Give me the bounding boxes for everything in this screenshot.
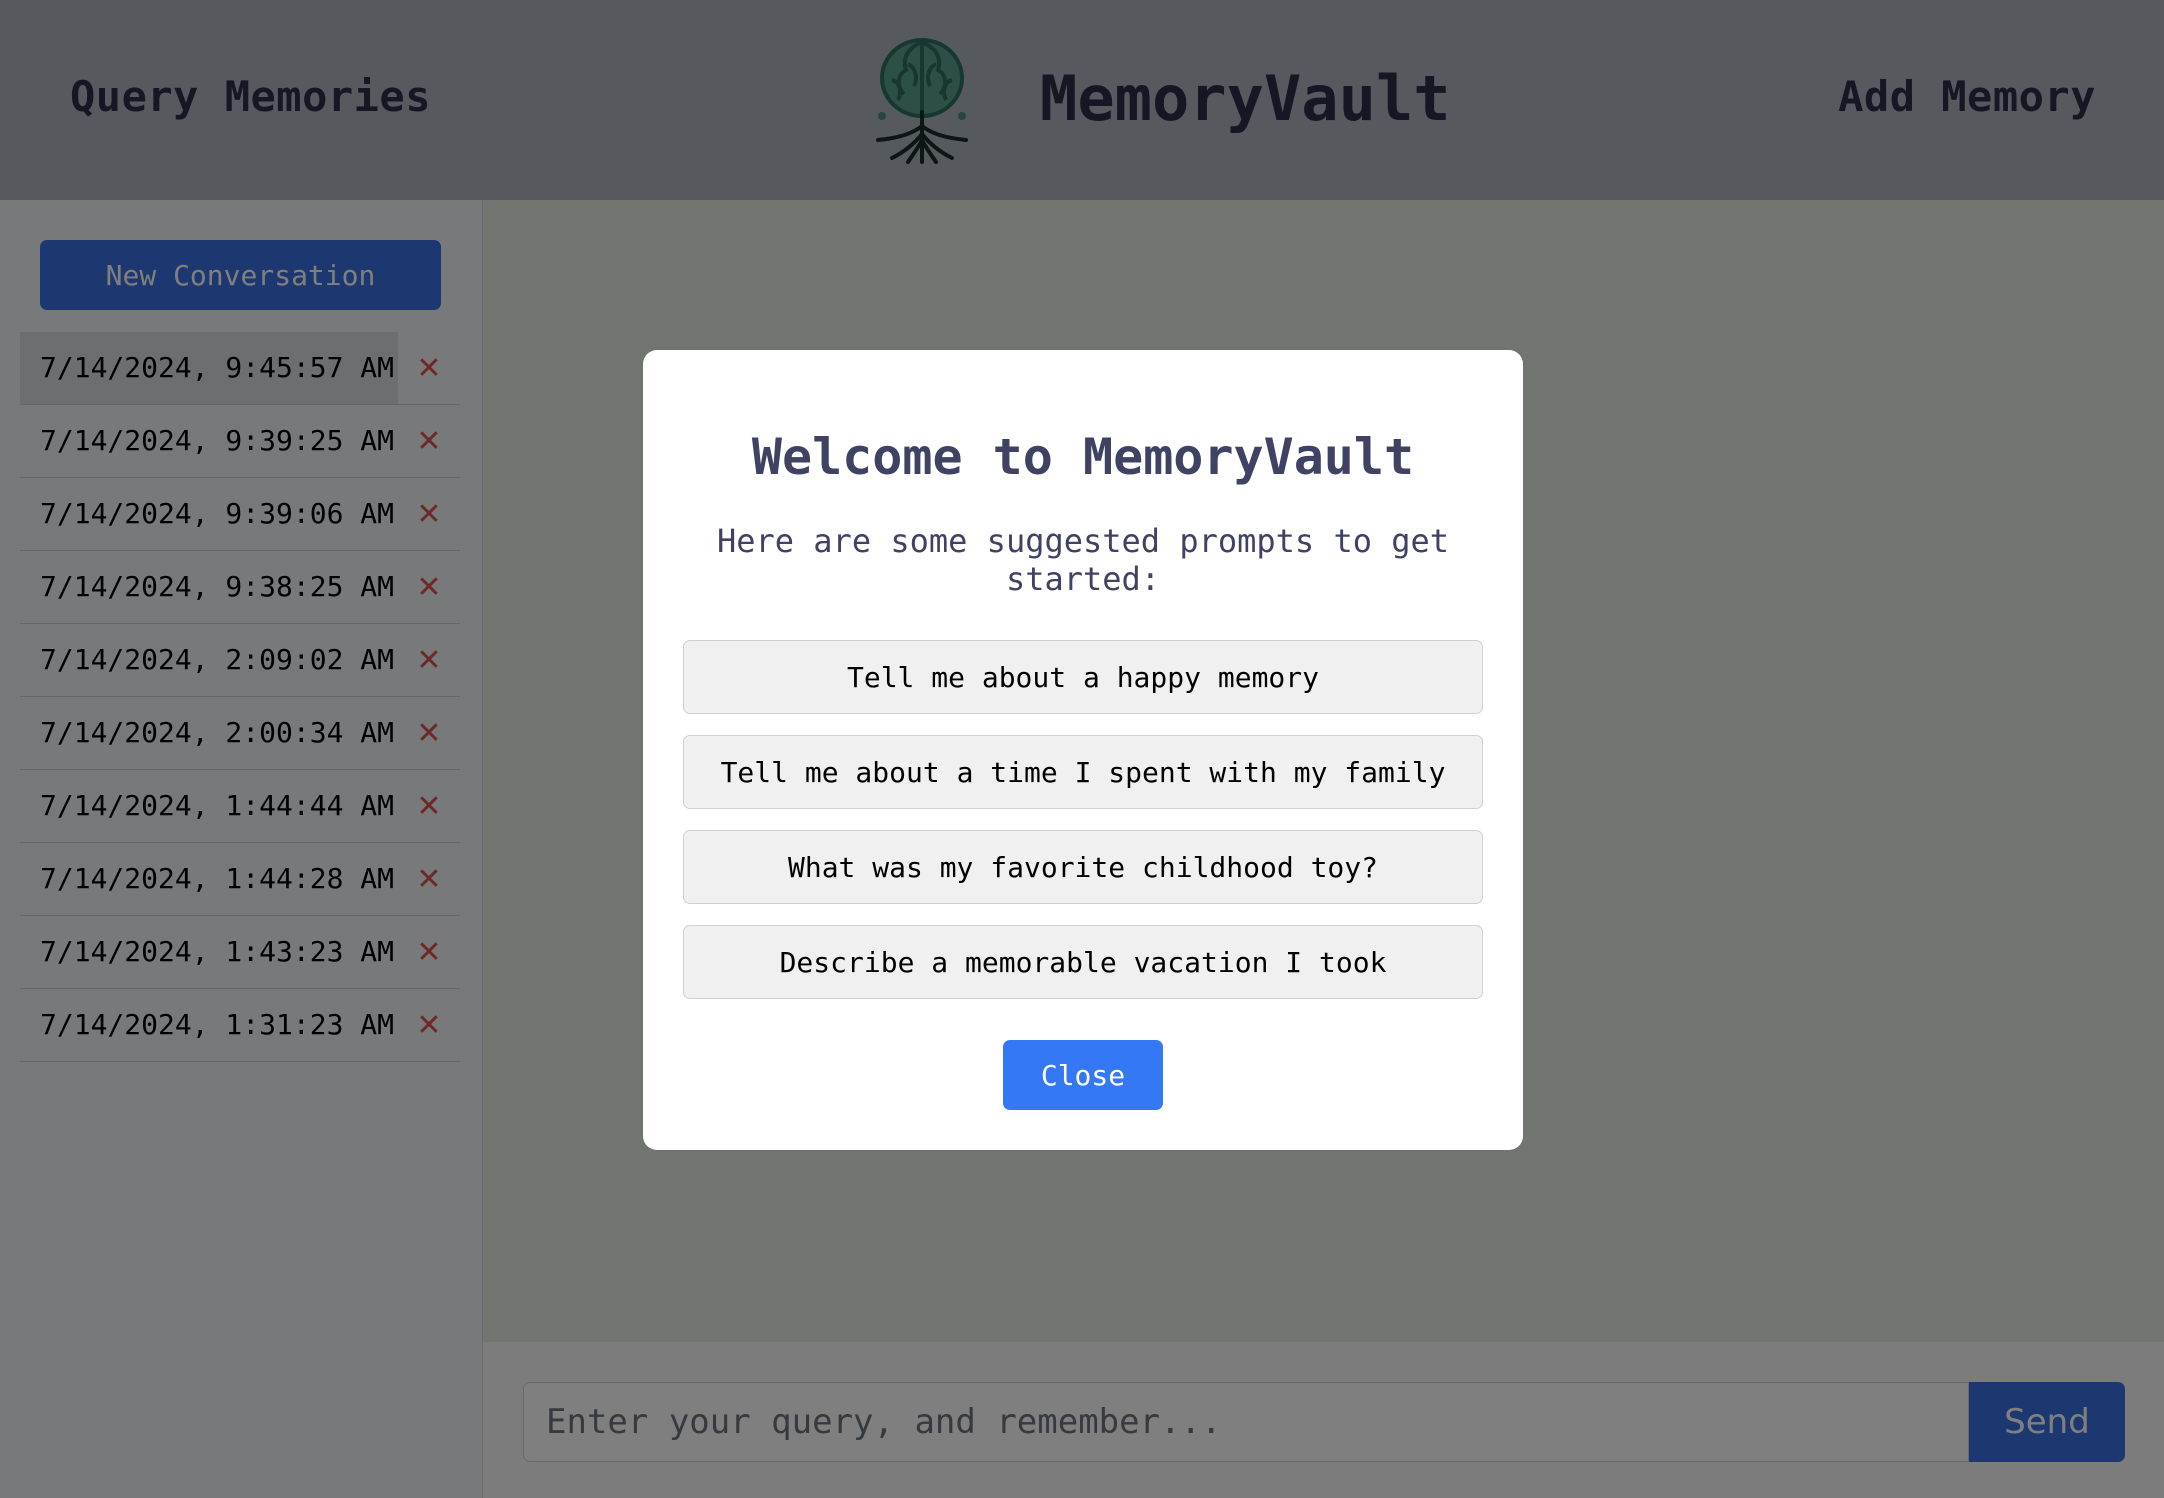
modal-backdrop[interactable]: Welcome to MemoryVault Here are some sug…: [0, 0, 2164, 1498]
suggested-prompt-button[interactable]: Describe a memorable vacation I took: [683, 925, 1483, 999]
close-modal-button[interactable]: Close: [1003, 1040, 1163, 1110]
suggested-prompt-button[interactable]: Tell me about a happy memory: [683, 640, 1483, 714]
modal-title: Welcome to MemoryVault: [751, 428, 1415, 486]
modal-subtitle: Here are some suggested prompts to get s…: [716, 522, 1450, 598]
suggested-prompt-button[interactable]: What was my favorite childhood toy?: [683, 830, 1483, 904]
app-root: Query Memories: [0, 0, 2164, 1498]
welcome-modal: Welcome to MemoryVault Here are some sug…: [643, 350, 1523, 1150]
suggested-prompt-button[interactable]: Tell me about a time I spent with my fam…: [683, 735, 1483, 809]
